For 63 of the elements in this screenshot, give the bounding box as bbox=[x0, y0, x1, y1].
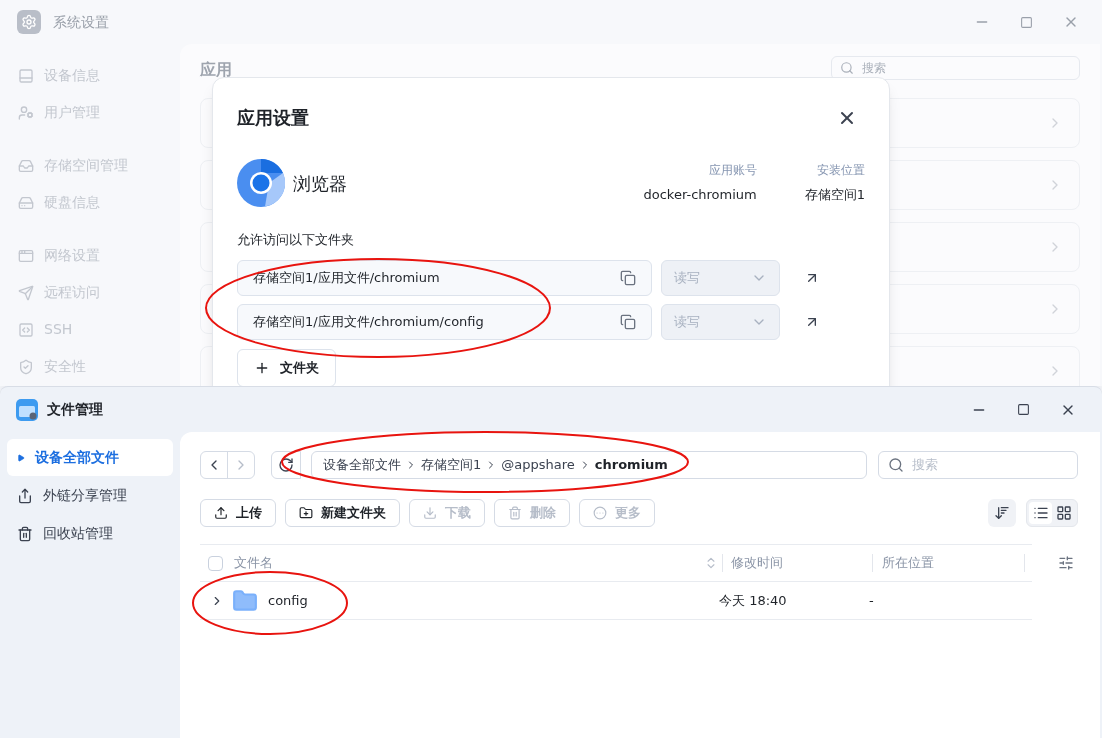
app-name: 浏览器 bbox=[293, 171, 347, 196]
list-view-button[interactable] bbox=[1029, 502, 1052, 524]
field-value: 存储空间1 bbox=[804, 186, 865, 205]
window-icon bbox=[18, 247, 34, 264]
field-value: docker-chromium bbox=[643, 186, 757, 205]
sort-button[interactable] bbox=[988, 499, 1016, 527]
browser-logo-icon bbox=[237, 159, 285, 207]
maximize-icon[interactable] bbox=[1017, 403, 1030, 416]
toolbar-button[interactable]: 新建文件夹 bbox=[285, 499, 400, 527]
file-row[interactable]: config 今天 18:40 - bbox=[200, 582, 1032, 620]
share-icon bbox=[17, 487, 33, 504]
search-icon bbox=[840, 61, 854, 75]
toolbar-button[interactable]: 上传 bbox=[200, 499, 276, 527]
triangle-icon bbox=[17, 453, 25, 462]
column-header[interactable]: 修改时间 bbox=[731, 553, 872, 573]
folder-icon bbox=[232, 587, 258, 614]
send-icon bbox=[18, 284, 34, 301]
dialog-title: 应用设置 bbox=[237, 106, 309, 130]
sidebar-item[interactable]: 回收站管理 bbox=[7, 515, 173, 552]
upload-icon bbox=[214, 506, 228, 520]
more-icon bbox=[593, 506, 607, 520]
breadcrumb-item[interactable]: 存储空间1 bbox=[421, 455, 482, 475]
window-title: 文件管理 bbox=[47, 400, 103, 419]
search-icon bbox=[888, 457, 904, 473]
gear-icon bbox=[17, 10, 41, 34]
list-icon bbox=[1032, 505, 1049, 521]
shield-icon bbox=[18, 358, 34, 375]
grid-icon bbox=[1055, 505, 1072, 521]
copy-icon[interactable] bbox=[620, 270, 636, 286]
plus-icon bbox=[254, 360, 270, 376]
trash-icon bbox=[17, 525, 33, 542]
tray-icon bbox=[18, 157, 34, 174]
refresh-icon bbox=[278, 457, 294, 473]
search-field[interactable]: 搜索 bbox=[878, 451, 1078, 479]
sidebar-item[interactable]: 外链分享管理 bbox=[7, 477, 173, 514]
trash-icon bbox=[508, 506, 522, 520]
folder-plus-icon bbox=[299, 506, 313, 520]
user-icon bbox=[18, 104, 34, 121]
path-field[interactable]: 设备全部文件 存储空间1 @appshare chromium bbox=[311, 451, 867, 479]
section-heading: 应用 bbox=[200, 62, 232, 78]
select-all-checkbox[interactable] bbox=[208, 555, 223, 571]
download-icon bbox=[423, 506, 437, 520]
file-name: config bbox=[268, 591, 309, 610]
field-label: 安装位置 bbox=[817, 162, 865, 180]
panel-icon bbox=[18, 67, 34, 84]
breadcrumb-item[interactable]: @appshare bbox=[501, 455, 575, 475]
sidebar-item[interactable]: 设备全部文件 bbox=[7, 439, 173, 476]
breadcrumb-item[interactable]: chromium bbox=[594, 455, 668, 475]
column-header[interactable]: 文件名 bbox=[234, 553, 273, 573]
column-header[interactable]: 所在位置 bbox=[882, 553, 1024, 573]
sort-icon bbox=[994, 505, 1010, 521]
drive-icon bbox=[18, 194, 34, 211]
section-label: 允许访问以下文件夹 bbox=[237, 233, 354, 246]
copy-icon[interactable] bbox=[620, 314, 636, 330]
window-title: 系统设置 bbox=[53, 12, 109, 32]
column-settings-icon[interactable] bbox=[1058, 555, 1074, 571]
location-cell-text: - bbox=[869, 591, 874, 610]
field-label: 应用账号 bbox=[708, 162, 757, 180]
refresh-button[interactable] bbox=[271, 451, 301, 479]
breadcrumb-item[interactable]: 设备全部文件 bbox=[323, 455, 401, 475]
folder-app-icon bbox=[16, 398, 38, 421]
code-icon bbox=[18, 321, 34, 338]
modified-time: 今天 18:40 bbox=[719, 591, 788, 610]
